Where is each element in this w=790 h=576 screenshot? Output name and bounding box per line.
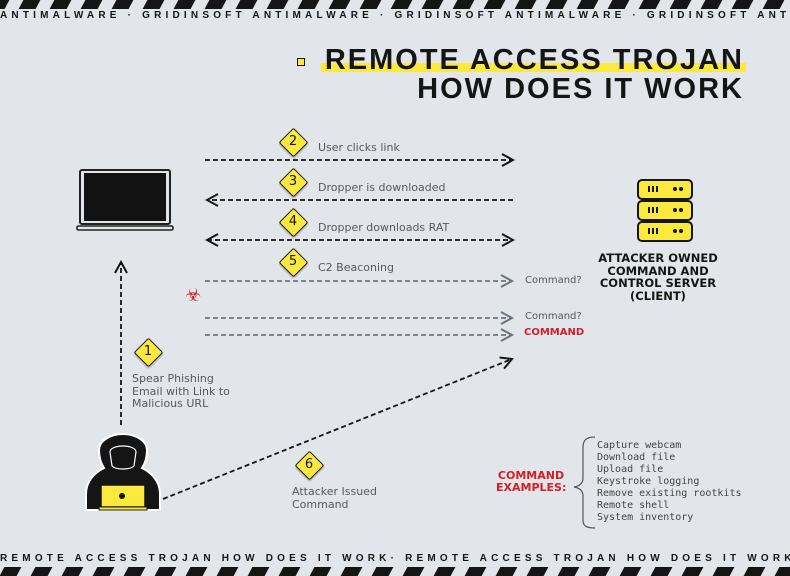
hazard-stripe [61,567,84,576]
step-label-1: Spear Phishing Email with Link to Malici… [132,372,230,410]
hazard-stripe [30,567,53,576]
title-line-1: REMOTE ACCESS TROJAN [296,46,746,75]
examples-brace [573,436,596,529]
hazard-stripe [650,567,673,576]
hazard-stripe [433,567,456,576]
hazard-stripe [712,567,735,576]
step-badge-5: 5 [278,247,309,278]
step-badge-4: 4 [278,207,309,238]
hazard-stripe [681,567,704,576]
command-example: Remote shell [597,500,670,511]
hazard-stripe [154,567,177,576]
hazard-stripe [619,567,642,576]
command-examples-list: Capture webcam Download file Upload file… [597,440,742,524]
hazard-stripe [774,567,790,576]
step-label-2: User clicks link [318,141,400,154]
hacker-icon [85,432,161,511]
beacon-response-2: Command? [525,311,582,322]
hazard-stripe [371,567,394,576]
hazard-stripe [340,567,363,576]
hazard-stripe [464,567,487,576]
beacon-response-command: COMMAND [524,327,585,338]
laptop-icon [76,169,174,231]
hazard-stripe [495,567,518,576]
step-label-4: Dropper downloads RAT [318,221,450,234]
step-badge-3: 3 [278,167,309,198]
command-example: Download file [597,452,676,463]
step-label-5: C2 Beaconing [318,261,394,274]
step-badge-2: 2 [278,127,309,158]
hazard-stripe [526,567,549,576]
step-badge-1: 1 [133,337,164,368]
step-label-6: Attacker Issued Command [292,485,377,511]
command-example: System inventory [597,512,694,523]
hazard-stripe [0,567,22,576]
hazard-stripe [588,567,611,576]
bottom-ticker: REMOTE ACCESS TROJAN HOW DOES IT WORK· R… [0,553,790,564]
command-example: Keystroke logging [597,476,700,487]
hazard-stripe [557,567,580,576]
step-badge-6: 6 [294,450,325,481]
command-example: Upload file [597,464,664,475]
command-example: Capture webcam [597,440,682,451]
hazard-stripe [216,567,239,576]
command-examples-title: COMMAND EXAMPLES: [496,469,567,494]
hazard-stripe [743,567,766,576]
hazard-stripe [123,567,146,576]
hazard-stripe [402,567,425,576]
biohazard-icon: ☣ [185,285,202,306]
hazard-stripe [92,567,115,576]
hazard-stripe [309,567,332,576]
beacon-response-1: Command? [525,275,582,286]
hazard-stripe [247,567,270,576]
hazard-stripes-bottom [0,567,790,576]
server-stack-icon [637,179,693,242]
hazard-stripe [278,567,301,576]
command-example: Remove existing rootkits [597,488,742,499]
step-label-3: Dropper is downloaded [318,181,446,194]
hazard-stripe [185,567,208,576]
server-label: ATTACKER OWNED COMMAND AND CONTROL SERVE… [598,251,718,303]
